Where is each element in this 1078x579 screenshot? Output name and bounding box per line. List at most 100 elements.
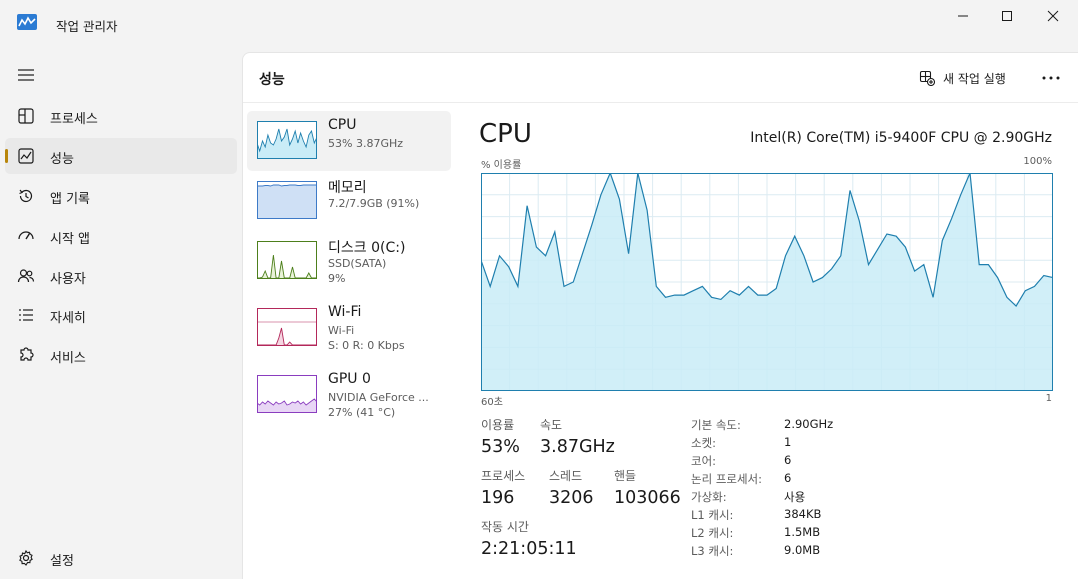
main-panel: 성능 새 작업 실행 CPU 53% 3.87GHz 메모리 7.2/7.9GB — [242, 52, 1078, 579]
more-options-button[interactable] — [1039, 67, 1063, 89]
device-line1: SSD(SATA) — [328, 257, 387, 270]
device-line1: Wi-Fi — [328, 324, 355, 337]
maximize-icon — [1002, 11, 1012, 21]
processes-label: 프로세스 — [481, 469, 526, 483]
spec-value: 6 — [784, 453, 792, 467]
hamburger-menu-icon[interactable] — [17, 68, 35, 82]
spec-label: L1 캐시: — [691, 508, 734, 522]
spec-value: 2.90GHz — [784, 417, 834, 431]
spec-label: 가상화: — [691, 490, 727, 504]
selected-indicator — [5, 149, 8, 163]
new-task-icon — [919, 70, 935, 86]
cpu-mini-graph — [257, 121, 317, 159]
handles-value: 103066 — [614, 488, 681, 508]
device-name: GPU 0 — [328, 371, 371, 387]
device-name: 디스크 0(C:) — [328, 240, 406, 256]
window-title: 작업 관리자 — [56, 19, 118, 34]
details-list-icon — [19, 309, 33, 321]
sidebar-item-label: 앱 기록 — [50, 192, 91, 207]
utilization-label: 이용률 — [481, 418, 515, 432]
sidebar-item-label: 시작 앱 — [50, 232, 91, 247]
sidebar-item-services[interactable]: 서비스 — [5, 337, 237, 373]
threads-label: 스레드 — [549, 469, 583, 483]
device-line2: S: 0 R: 0 Kbps — [328, 339, 405, 352]
page-title: 성능 — [259, 72, 285, 88]
wifi-mini-graph — [257, 308, 317, 346]
handles-label: 핸들 — [614, 469, 637, 483]
uptime-value: 2:21:05:11 — [481, 539, 577, 559]
device-name: Wi-Fi — [328, 304, 362, 320]
sidebar-item-app-history[interactable]: 앱 기록 — [5, 178, 237, 214]
spec-value: 384KB — [784, 507, 822, 521]
speed-label: 속도 — [540, 418, 563, 432]
gpu-mini-graph — [257, 375, 317, 413]
close-icon — [1047, 10, 1059, 22]
spec-label: L2 캐시: — [691, 526, 734, 540]
device-line1: 53% 3.87GHz — [328, 137, 404, 150]
utilization-value: 53% — [481, 437, 520, 457]
device-disk[interactable]: 디스크 0(C:) SSD(SATA) 9% — [247, 231, 451, 291]
sidebar-item-performance[interactable]: 성능 — [5, 138, 237, 174]
sidebar-item-startup-apps[interactable]: 시작 앱 — [5, 218, 237, 254]
sidebar-item-details[interactable]: 자세히 — [5, 297, 237, 333]
users-icon — [17, 269, 35, 283]
minimize-button[interactable] — [940, 0, 986, 32]
device-line1: NVIDIA GeForce ... — [328, 391, 429, 404]
close-button[interactable] — [1030, 0, 1076, 32]
performance-chart-icon — [18, 148, 34, 164]
sidebar-item-processes[interactable]: 프로세스 — [5, 98, 237, 134]
sidebar-item-label: 서비스 — [50, 351, 86, 366]
memory-mini-graph — [257, 181, 317, 219]
spec-value: 사용 — [784, 490, 806, 504]
title-bar[interactable]: 작업 관리자 — [0, 0, 1078, 50]
maximize-button[interactable] — [984, 0, 1030, 32]
sidebar-item-label: 자세히 — [50, 311, 86, 326]
sidebar-item-label: 성능 — [50, 152, 74, 167]
speed-value: 3.87GHz — [540, 437, 615, 457]
device-name: 메모리 — [328, 180, 367, 196]
device-cpu[interactable]: CPU 53% 3.87GHz — [247, 111, 451, 171]
sidebar-item-label: 사용자 — [50, 272, 86, 287]
minimize-icon — [958, 15, 968, 17]
spec-label: 논리 프로세서: — [691, 472, 763, 486]
sidebar-item-label: 설정 — [50, 554, 74, 569]
device-memory[interactable]: 메모리 7.2/7.9GB (91%) — [247, 171, 451, 231]
device-line1: 7.2/7.9GB (91%) — [328, 197, 420, 210]
spec-label: 코어: — [691, 454, 717, 468]
y-axis-label: % 이용률 — [481, 160, 522, 171]
device-name: CPU — [328, 117, 357, 133]
settings-gear-icon — [19, 549, 33, 566]
startup-speedometer-icon — [18, 231, 34, 240]
detail-title: CPU — [479, 119, 532, 149]
new-task-button[interactable]: 새 작업 실행 — [919, 67, 1006, 89]
new-task-label: 새 작업 실행 — [943, 71, 1006, 86]
cpu-model-name: Intel(R) Core(TM) i5-9400F CPU @ 2.90GHz — [750, 130, 1052, 146]
spec-value: 6 — [784, 471, 792, 485]
spec-value: 1.5MB — [784, 525, 821, 539]
processes-value: 196 — [481, 488, 515, 508]
spec-label: 소켓: — [691, 436, 717, 450]
device-line2: 27% (41 °C) — [328, 406, 396, 419]
spec-label: 기본 속도: — [691, 418, 741, 432]
mini-graph-fill — [257, 185, 317, 219]
history-clock-icon — [19, 189, 33, 203]
x-axis-left-label: 60초 — [481, 397, 503, 408]
threads-value: 3206 — [549, 488, 594, 508]
spec-value: 1 — [784, 435, 792, 449]
sidebar-item-users[interactable]: 사용자 — [5, 258, 237, 294]
services-puzzle-icon — [20, 347, 34, 361]
device-wifi[interactable]: Wi-Fi Wi-Fi S: 0 R: 0 Kbps — [247, 298, 451, 358]
sidebar-item-settings[interactable]: 설정 — [5, 540, 237, 576]
device-line2: 9% — [328, 272, 346, 285]
processes-grid-icon — [18, 108, 34, 124]
y-axis-max-label: 100% — [1023, 156, 1052, 167]
device-gpu[interactable]: GPU 0 NVIDIA GeForce ... 27% (41 °C) — [247, 365, 451, 425]
uptime-label: 작동 시간 — [481, 520, 529, 534]
mini-graph-bg — [257, 308, 317, 346]
spec-label: L3 캐시: — [691, 544, 734, 558]
cpu-utilization-graph — [481, 173, 1053, 391]
task-manager-app-icon — [17, 14, 37, 30]
disk-mini-graph — [257, 241, 317, 279]
page-header: 성능 새 작업 실행 — [243, 53, 1078, 103]
sidebar-item-label: 프로세스 — [50, 112, 98, 127]
